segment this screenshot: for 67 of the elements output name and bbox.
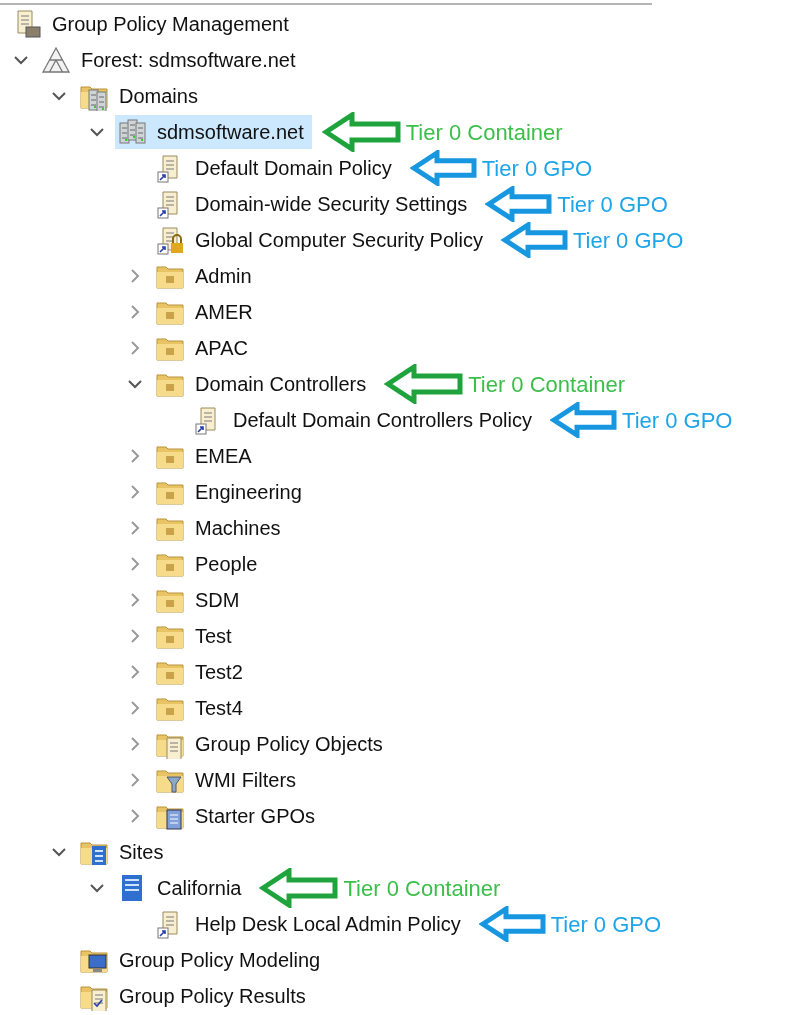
tree-item[interactable]: EMEA (153, 439, 260, 473)
annotation-label: Tier 0 GPO (481, 154, 593, 183)
tree-item[interactable]: Machines (153, 511, 289, 545)
tree-item[interactable]: Group Policy Objects (153, 727, 391, 761)
chevron-right-icon[interactable] (128, 521, 142, 535)
left-arrow-icon (384, 364, 465, 404)
tree-item[interactable]: Engineering (153, 475, 310, 509)
chevron-down-icon[interactable] (14, 53, 28, 67)
chevron-right-icon[interactable] (128, 809, 142, 823)
annotation-label: Tier 0 GPO (572, 226, 684, 255)
tree-item[interactable]: Domain Controllers (153, 367, 375, 401)
tree-item[interactable]: WMI Filters (153, 763, 305, 797)
chevron-right-icon[interactable] (128, 701, 142, 715)
tree-item[interactable]: Default Domain Policy (153, 151, 400, 185)
left-arrow-icon (478, 906, 547, 942)
annotation-label: Tier 0 GPO (550, 910, 662, 939)
annotation-label: Tier 0 Container (343, 874, 501, 903)
tree-item[interactable]: AMER (153, 295, 261, 329)
left-arrow-icon (259, 868, 340, 908)
server-icon (117, 117, 147, 147)
tree-item[interactable]: SDM (153, 583, 248, 617)
left-arrow-icon (485, 186, 554, 222)
chevron-down-icon[interactable] (128, 377, 142, 391)
tree-item[interactable]: Help Desk Local Admin Policy (153, 907, 469, 941)
chevron-down-icon[interactable] (90, 125, 104, 139)
chevron-right-icon[interactable] (128, 557, 142, 571)
tree-item[interactable]: Test2 (153, 655, 251, 689)
chevron-right-icon[interactable] (128, 737, 142, 751)
chevron-down-icon[interactable] (52, 89, 66, 103)
chevron-right-icon[interactable] (128, 629, 142, 643)
chevron-right-icon[interactable] (128, 269, 142, 283)
tree-item[interactable]: People (153, 547, 266, 581)
tree-item[interactable]: Forest: sdmsoftware.net (39, 43, 304, 77)
tree-item[interactable]: Group Policy Management (10, 7, 297, 41)
chevron-right-icon[interactable] (128, 449, 142, 463)
tree-item[interactable]: Group Policy Results (77, 979, 314, 1013)
chevron-right-icon[interactable] (128, 341, 142, 355)
tree-item[interactable]: Domain-wide Security Settings (153, 187, 476, 221)
chevron-right-icon[interactable] (128, 665, 142, 679)
tree-item[interactable]: APAC (153, 331, 256, 365)
chevron-right-icon[interactable] (128, 773, 142, 787)
tree-item[interactable]: California (115, 871, 250, 905)
tree-item[interactable]: Sites (77, 835, 172, 869)
tree-item[interactable]: Test4 (153, 691, 251, 725)
locked-policy-icon (155, 225, 185, 255)
tree-item[interactable]: sdmsoftware.net (115, 115, 312, 149)
tree-item[interactable]: Starter GPOs (153, 799, 324, 833)
tree-item[interactable]: Admin (153, 259, 260, 293)
chevron-right-icon[interactable] (128, 593, 142, 607)
annotation-label: Tier 0 Container (405, 118, 563, 147)
tree-item[interactable]: Domains (77, 79, 206, 113)
tree-item[interactable]: Global Computer Security Policy (153, 223, 491, 257)
annotation-label: Tier 0 GPO (622, 406, 733, 435)
left-arrow-icon (550, 402, 618, 438)
left-arrow-icon (500, 222, 569, 258)
chevron-right-icon[interactable] (128, 485, 142, 499)
chevron-down-icon[interactable] (90, 881, 104, 895)
tree-item[interactable]: Default Domain Controllers Policy (191, 403, 540, 437)
annotation-label: Tier 0 GPO (557, 190, 668, 219)
chevron-right-icon[interactable] (128, 305, 142, 319)
left-arrow-icon (409, 150, 478, 186)
triangle-icon (41, 45, 71, 75)
annotation-label: Tier 0 Container (468, 370, 626, 399)
tree-item[interactable]: Group Policy Modeling (77, 943, 329, 977)
left-arrow-icon (321, 112, 402, 152)
chevron-down-icon[interactable] (52, 845, 66, 859)
tree-item[interactable]: Test (153, 619, 240, 653)
